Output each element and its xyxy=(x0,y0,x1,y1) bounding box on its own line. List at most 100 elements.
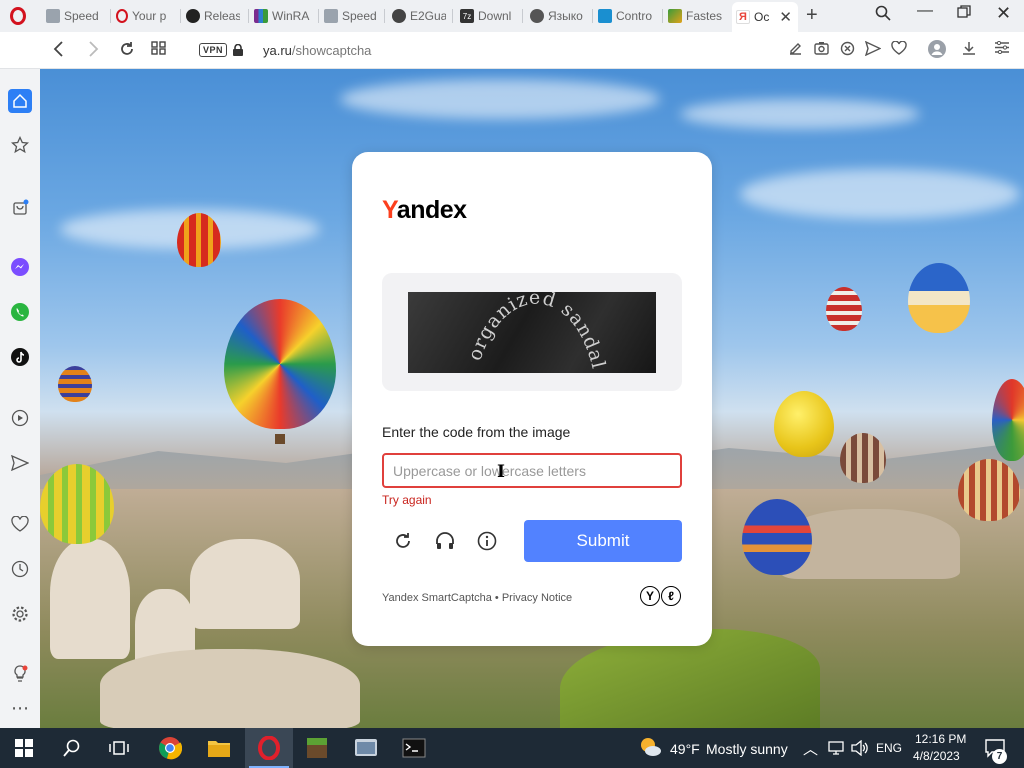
language-indicator[interactable]: ENG xyxy=(876,741,902,755)
captcha-image-frame: organized sandals xyxy=(382,273,682,391)
captcha-prompt: Enter the code from the image xyxy=(382,424,571,440)
tab-label: Speed xyxy=(64,9,99,23)
tab-winrar[interactable]: WinRA xyxy=(254,4,310,28)
tab-divider xyxy=(662,9,663,23)
chevron-up-icon[interactable]: ︿ xyxy=(803,738,818,759)
adblock-icon[interactable] xyxy=(840,41,855,59)
tab-divider xyxy=(110,9,111,23)
download-icon[interactable] xyxy=(962,41,976,59)
messenger-icon[interactable] xyxy=(8,255,32,279)
captcha-card: Yandex organized sandals Enter the code … xyxy=(352,152,712,646)
file-explorer-icon[interactable] xyxy=(207,736,231,760)
heart-sidebar-icon[interactable] xyxy=(8,512,32,536)
winrar-favicon-icon xyxy=(254,9,268,23)
cloud xyxy=(740,169,1020,219)
globe-favicon-icon xyxy=(392,9,406,23)
privacy-notice-link[interactable]: Privacy Notice xyxy=(502,592,572,604)
footer-brand-link[interactable]: Yandex SmartCaptcha xyxy=(382,592,492,604)
shopping-icon[interactable] xyxy=(8,195,32,219)
headphones-icon[interactable] xyxy=(430,526,460,556)
tab-divider xyxy=(248,9,249,23)
whatsapp-icon[interactable] xyxy=(8,300,32,324)
settings-icon[interactable] xyxy=(8,602,32,626)
opera-menu-icon[interactable] xyxy=(6,5,30,27)
tab-label: E2Gua xyxy=(410,9,446,23)
page-background: Yandex organized sandals Enter the code … xyxy=(40,69,1024,728)
app-window-icon[interactable] xyxy=(354,736,378,760)
weather-temp[interactable]: 49°F xyxy=(670,741,700,757)
captcha-input[interactable] xyxy=(382,453,682,488)
yandex-logo[interactable]: Yandex xyxy=(382,196,467,225)
tab-divider xyxy=(180,9,181,23)
captcha-text: organized sandals xyxy=(408,292,610,371)
refresh-icon[interactable] xyxy=(388,526,418,556)
weather-sunny-icon[interactable] xyxy=(638,735,662,759)
search-taskbar-icon[interactable] xyxy=(60,736,84,760)
tab-active-yandex[interactable]: Я Oc ✕ xyxy=(732,2,798,32)
send-sidebar-icon[interactable] xyxy=(8,451,32,475)
more-icon[interactable]: ⋯ xyxy=(8,696,32,720)
network-icon[interactable] xyxy=(824,736,848,760)
search-tabs-icon[interactable] xyxy=(875,5,891,26)
new-tab-plus-icon[interactable]: + xyxy=(806,4,818,27)
edit-icon[interactable] xyxy=(788,41,803,59)
windows-taskbar: 49°F Mostly sunny ︿ ENG 12:16 PM 4/8/202… xyxy=(0,728,1024,768)
easy-setup-icon[interactable] xyxy=(995,40,1009,57)
back-icon[interactable] xyxy=(52,40,66,62)
terminal-icon[interactable] xyxy=(402,736,426,760)
tab-control[interactable]: Contro xyxy=(598,4,656,28)
tab-e2guardian[interactable]: E2Gua xyxy=(392,4,446,28)
forward-icon[interactable] xyxy=(86,40,100,62)
info-icon[interactable] xyxy=(472,526,502,556)
send-icon[interactable] xyxy=(864,40,882,59)
tab-download[interactable]: 7z Downl xyxy=(460,4,516,28)
tiktok-icon[interactable] xyxy=(8,345,32,369)
speed-dial-icon[interactable] xyxy=(151,40,167,60)
task-view-icon[interactable] xyxy=(107,736,131,760)
url-field[interactable]: ya.ru/showcaptcha xyxy=(263,43,371,58)
tab-speed-2[interactable]: Speed xyxy=(324,4,376,28)
maximize-icon[interactable] xyxy=(957,5,971,24)
submit-button[interactable]: Submit xyxy=(524,520,682,562)
clock-date[interactable]: 4/8/2023 xyxy=(913,749,960,763)
chrome-icon[interactable] xyxy=(158,736,182,760)
profile-avatar-icon[interactable] xyxy=(928,40,946,61)
close-window-icon[interactable]: ✕ xyxy=(996,3,1011,24)
hot-air-balloon xyxy=(774,391,834,457)
camera-icon[interactable] xyxy=(814,41,829,58)
tab-languages[interactable]: Языко xyxy=(530,4,586,28)
tab-close-icon[interactable]: ✕ xyxy=(779,8,792,26)
opera-taskbar-icon[interactable] xyxy=(245,728,293,768)
7zip-favicon-icon: 7z xyxy=(460,9,474,23)
rock-formation xyxy=(190,539,300,629)
heart-icon[interactable] xyxy=(891,40,907,58)
tab-fastest[interactable]: Fastes xyxy=(668,4,722,28)
home-icon[interactable] xyxy=(8,89,32,113)
tab-your-p[interactable]: Your p xyxy=(116,4,174,28)
hot-air-balloon xyxy=(224,299,336,429)
reload-icon[interactable] xyxy=(118,40,136,62)
tab-label: Your p xyxy=(132,9,167,23)
lightbulb-icon[interactable] xyxy=(8,662,32,686)
error-message: Try again xyxy=(382,493,432,507)
yandex-favicon-icon: Я xyxy=(736,10,750,24)
vpn-badge[interactable]: VPN xyxy=(199,43,228,57)
star-icon[interactable] xyxy=(8,133,32,157)
balloon-basket xyxy=(275,434,285,444)
tab-speed-1[interactable]: Speed xyxy=(46,4,104,28)
hot-air-balloon xyxy=(908,263,970,333)
tab-releases[interactable]: Releas xyxy=(186,4,240,28)
tab-label: Языко xyxy=(548,9,583,23)
weather-description[interactable]: Mostly sunny xyxy=(706,741,788,757)
minimize-icon[interactable]: — xyxy=(917,2,933,20)
hot-air-balloon xyxy=(992,379,1024,461)
tab-label: Downl xyxy=(478,9,512,23)
windows-start-icon[interactable] xyxy=(12,736,36,760)
history-icon[interactable] xyxy=(8,557,32,581)
minecraft-icon[interactable] xyxy=(305,736,329,760)
lock-icon[interactable] xyxy=(233,43,243,56)
clock-time[interactable]: 12:16 PM xyxy=(915,732,966,746)
grid-favicon-icon xyxy=(324,9,338,23)
volume-icon[interactable] xyxy=(848,736,872,760)
player-icon[interactable] xyxy=(8,406,32,430)
